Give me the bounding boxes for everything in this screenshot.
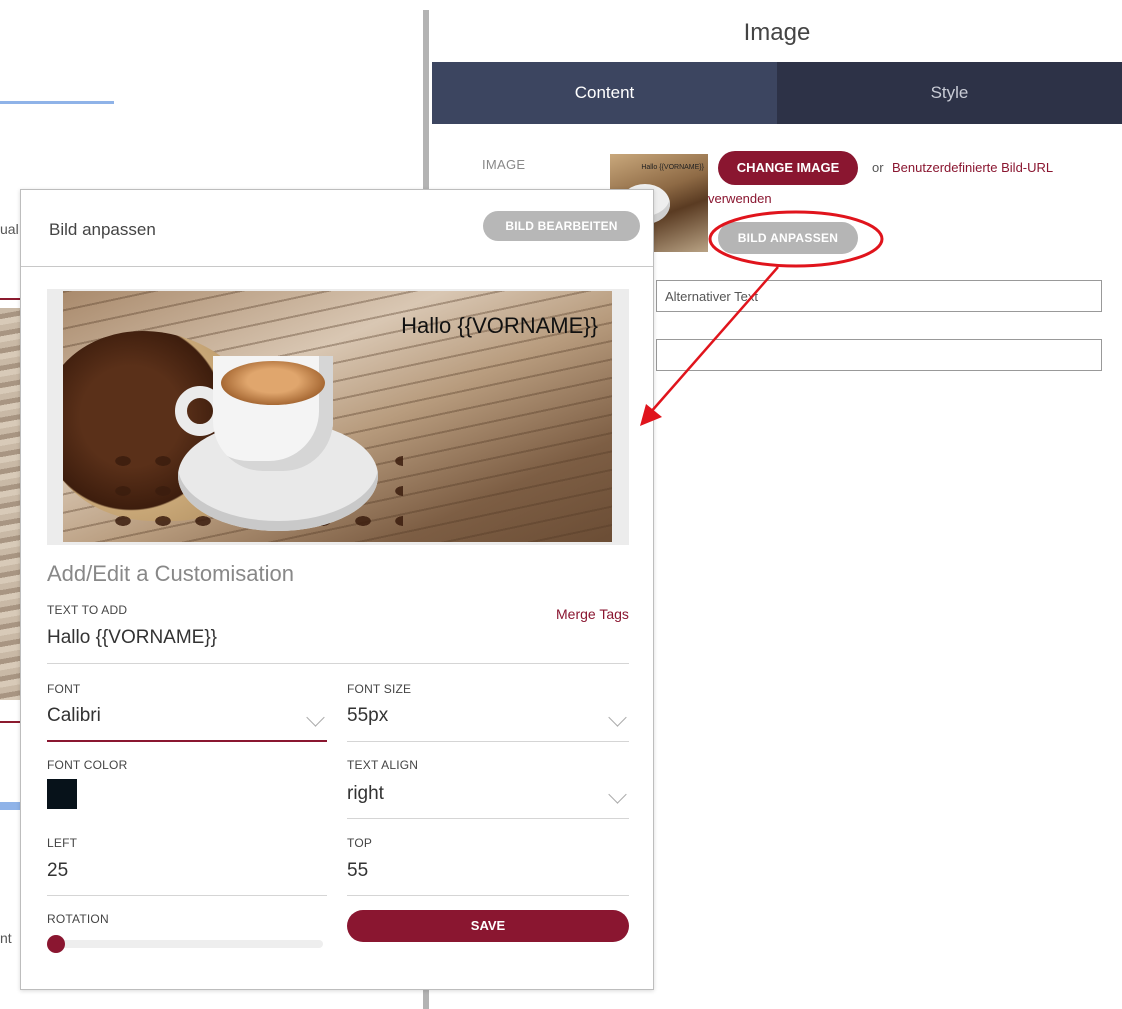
or-text: or xyxy=(872,160,884,175)
custom-url-link[interactable]: Benutzerdefinierte Bild-URL xyxy=(892,160,1053,175)
text-to-add-input[interactable]: Hallo {{VORNAME}} xyxy=(47,627,217,649)
panel-title: Image xyxy=(743,19,811,46)
save-button[interactable]: SAVE xyxy=(347,910,629,942)
text-align-chevron-down-icon[interactable] xyxy=(608,785,627,804)
alt-text-input[interactable]: Alternativer Text xyxy=(656,280,1102,312)
canvas-text-fragment: nt xyxy=(0,930,12,946)
link-input[interactable] xyxy=(656,339,1102,371)
rotation-slider-handle[interactable] xyxy=(47,935,65,953)
tab-content[interactable]: Content xyxy=(432,62,777,124)
canvas-text-fragment: ual xyxy=(0,221,19,237)
canvas-blue-block xyxy=(0,802,22,810)
panel-tabs: Content Style xyxy=(432,62,1122,124)
canvas-image-fragment xyxy=(0,308,22,700)
font-size-select[interactable]: 55px xyxy=(347,705,388,727)
text-to-add-underline xyxy=(47,663,629,664)
image-label: IMAGE xyxy=(482,157,526,172)
font-label: FONT xyxy=(47,682,81,696)
font-underline xyxy=(47,740,327,742)
image-preview-area: Hallo {{VORNAME}} xyxy=(47,289,629,545)
customize-image-button[interactable]: BILD ANPASSEN xyxy=(718,222,858,254)
preview-overlay-text: Hallo {{VORNAME}} xyxy=(401,313,598,338)
customize-image-modal: Bild anpassen BILD BEARBEITEN Hallo {{VO… xyxy=(20,189,654,990)
text-align-underline xyxy=(347,818,629,819)
canvas-red-rule xyxy=(0,298,22,300)
rotation-label: ROTATION xyxy=(47,912,109,926)
modal-title: Bild anpassen xyxy=(49,220,156,239)
left-label: LEFT xyxy=(47,836,78,850)
thumbnail-text: Hallo {{VORNAME}} xyxy=(641,164,704,171)
left-input[interactable]: 25 xyxy=(47,860,68,882)
left-underline xyxy=(47,895,327,896)
modal-header: Bild anpassen BILD BEARBEITEN xyxy=(21,190,653,267)
font-chevron-down-icon[interactable] xyxy=(306,708,325,727)
canvas-divider-line xyxy=(0,101,114,104)
text-align-label: TEXT ALIGN xyxy=(347,758,419,772)
merge-tags-link[interactable]: Merge Tags xyxy=(556,606,629,622)
font-size-chevron-down-icon[interactable] xyxy=(608,708,627,727)
text-align-select[interactable]: right xyxy=(347,783,384,805)
image-preview[interactable]: Hallo {{VORNAME}} xyxy=(63,291,612,542)
font-color-swatch[interactable] xyxy=(47,779,77,809)
canvas-red-rule xyxy=(0,721,22,723)
top-input[interactable]: 55 xyxy=(347,860,368,882)
font-size-underline xyxy=(347,741,629,742)
top-underline xyxy=(347,895,629,896)
customisation-section-title: Add/Edit a Customisation xyxy=(47,561,295,586)
top-label: TOP xyxy=(347,836,373,850)
custom-url-link-continued[interactable]: verwenden xyxy=(708,191,772,206)
change-image-button[interactable]: CHANGE IMAGE xyxy=(718,151,858,185)
coffee-surface-shape xyxy=(221,361,325,405)
text-to-add-label: TEXT TO ADD xyxy=(47,603,128,617)
font-size-label: FONT SIZE xyxy=(347,682,412,696)
font-color-label: FONT COLOR xyxy=(47,758,128,772)
edit-image-button[interactable]: BILD BEARBEITEN xyxy=(483,211,640,241)
tab-style[interactable]: Style xyxy=(777,62,1122,124)
rotation-slider-track[interactable] xyxy=(47,940,323,948)
font-select[interactable]: Calibri xyxy=(47,705,101,727)
